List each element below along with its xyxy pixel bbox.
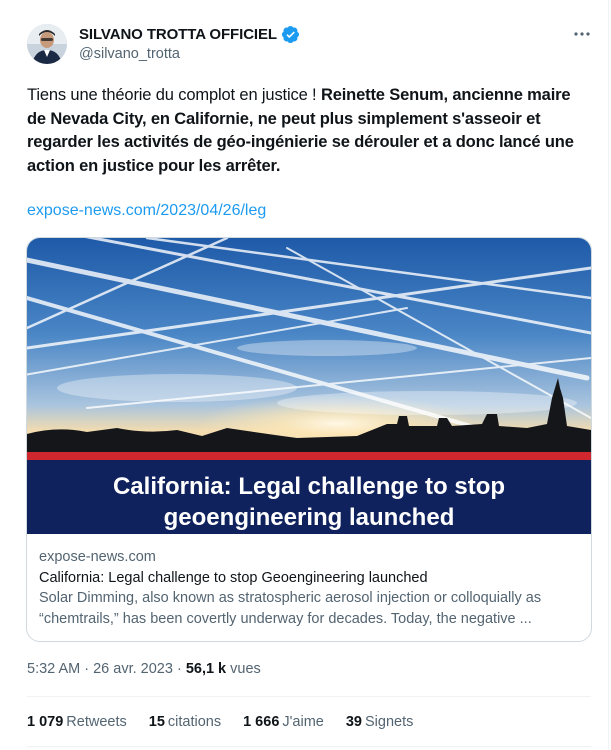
author-name-row[interactable]: SILVANO TROTTA OFFICIEL <box>79 25 300 44</box>
engagement-stats: 1 079 Retweets 15 citations 1 666 J'aime 39… <box>27 714 413 730</box>
author-handle[interactable]: @silvano_trotta <box>79 46 180 62</box>
likes-label: J'aime <box>282 714 324 730</box>
tweet-text: Tiens une théorie du complot en justice … <box>27 84 587 178</box>
tweet-link[interactable]: expose-news.com/2023/04/26/leg <box>27 202 266 220</box>
retweets-count: 1 079 <box>27 714 64 730</box>
card-description: Solar Dimming, also known as stratospher… <box>39 590 542 627</box>
card-title: California: Legal challenge to stop Geoe… <box>39 570 428 586</box>
divider <box>27 746 591 747</box>
link-card[interactable]: California: Legal challenge to stop geoe… <box>26 237 592 642</box>
author-name[interactable]: SILVANO TROTTA OFFICIEL <box>79 26 277 43</box>
card-meta[interactable]: expose-news.com California: Legal challe… <box>39 547 581 630</box>
verified-badge-icon <box>281 25 300 44</box>
separator: · <box>80 661 94 677</box>
bookmarks-count: 39 <box>345 714 362 730</box>
retweets-stat[interactable]: 1 079 Retweets <box>27 714 127 730</box>
bookmarks-stat[interactable]: 39 Signets <box>346 714 414 730</box>
tweet-timestamp: 5:32 AM · 26 avr. 2023 · 56,1 k vues <box>27 661 261 677</box>
quotes-stat[interactable]: 15 citations <box>149 714 221 730</box>
more-dots-icon[interactable] <box>568 24 596 44</box>
avatar[interactable] <box>27 24 67 64</box>
tweet-text-plain: Tiens une théorie du complot en justice … <box>27 86 321 104</box>
likes-count: 1 666 <box>243 714 280 730</box>
separator: · <box>172 661 186 677</box>
card-banner-line1: California: Legal challenge to stop <box>113 473 505 500</box>
quotes-label: citations <box>167 714 222 730</box>
card-domain: expose-news.com <box>39 549 156 565</box>
views-label: vues <box>226 661 261 677</box>
divider <box>27 696 591 697</box>
tweet-time[interactable]: 5:32 AM <box>27 661 80 677</box>
bookmarks-label: Signets <box>364 714 414 730</box>
tweet-detail-panel: SILVANO TROTTA OFFICIEL @silvano_trotta … <box>0 0 609 750</box>
views-count: 56,1 k <box>185 661 227 677</box>
tweet-date[interactable]: 26 avr. 2023 <box>93 661 173 677</box>
likes-stat[interactable]: 1 666 J'aime <box>243 714 324 730</box>
quotes-count: 15 <box>148 714 165 730</box>
card-banner-line2: geoengineering launched <box>164 504 455 531</box>
card-image[interactable]: California: Legal challenge to stop geoe… <box>27 238 591 534</box>
retweets-label: Retweets <box>66 714 127 730</box>
